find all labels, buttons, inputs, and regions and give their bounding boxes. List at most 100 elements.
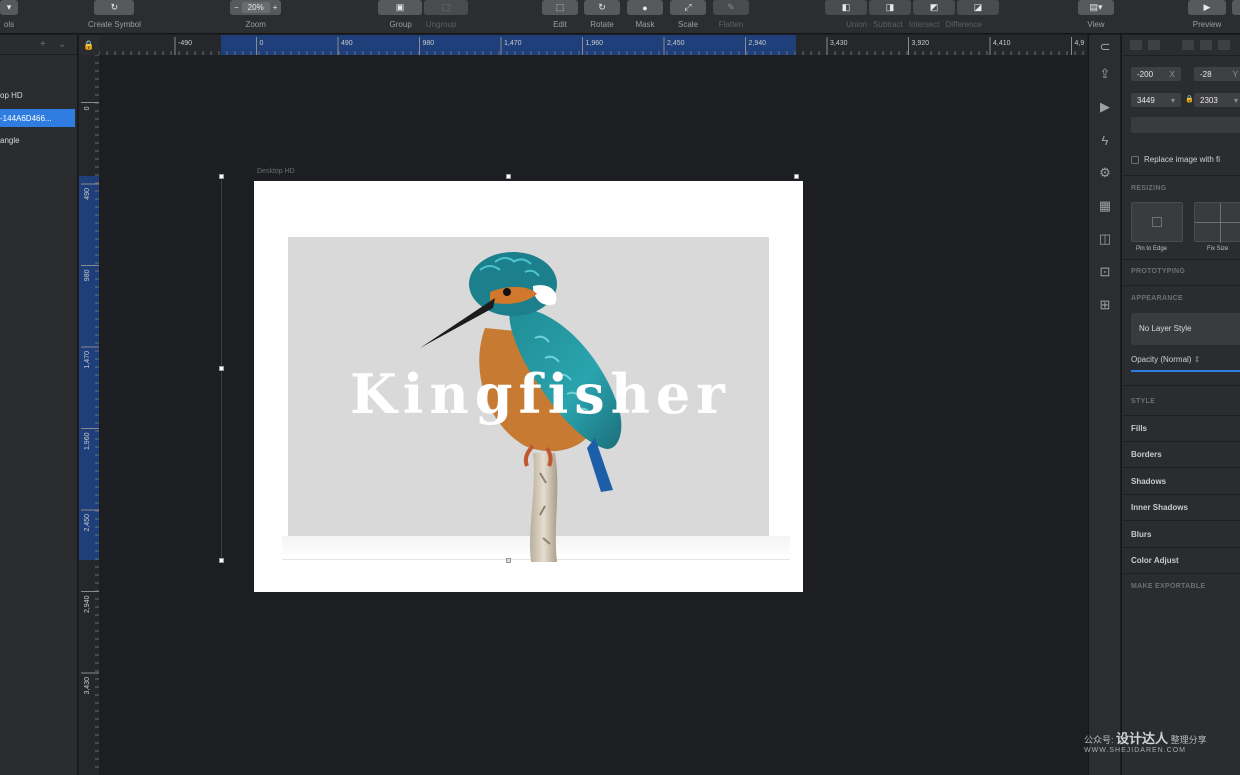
create-symbol-item[interactable]: ↻ Create Symbol — [88, 0, 141, 29]
rotate-item[interactable]: ↻ Rotate — [584, 0, 620, 29]
height-field[interactable]: 2303 ▾ — [1194, 93, 1240, 107]
share-icon[interactable]: ⇪ — [1097, 66, 1113, 82]
group-item[interactable]: ▣ ⬚ Group Ungroup — [378, 0, 468, 29]
y-field[interactable]: -28 Y — [1194, 67, 1240, 81]
lightning-icon[interactable]: ϟ — [1097, 132, 1113, 148]
divider — [1122, 494, 1240, 495]
refresh-icon[interactable]: ↻ — [94, 0, 135, 15]
scale-icon[interactable]: ⤢ — [670, 0, 706, 15]
opacity-label: Opacity (Normal) — [1131, 355, 1192, 364]
code-icon[interactable]: ⊂ — [1097, 39, 1113, 55]
ruler-label: 1,470 — [84, 351, 91, 369]
ruler-label: 2,940 — [749, 40, 767, 47]
play-icon[interactable]: ▶ — [1188, 0, 1226, 15]
align-left-icon[interactable] — [1130, 40, 1142, 50]
x-field[interactable]: -200 X — [1131, 67, 1181, 81]
view-icon[interactable]: ▤▾ — [1078, 0, 1114, 15]
group-icon[interactable]: ▣ — [378, 0, 422, 15]
ungroup-icon[interactable]: ⬚ — [424, 0, 468, 15]
view-item[interactable]: ▤▾ View — [1078, 0, 1114, 29]
add-page-icon[interactable]: + — [40, 39, 46, 50]
union-icon[interactable]: ◧ — [825, 0, 867, 15]
inner-shadows-row[interactable]: Inner Shadows — [1131, 503, 1188, 512]
subtract-icon[interactable]: ◨ — [869, 0, 911, 15]
layer-item-artboard[interactable]: op HD — [0, 86, 78, 104]
replace-image-row[interactable]: Replace image with fi — [1131, 155, 1220, 164]
rotate-icon[interactable]: ↻ — [584, 0, 620, 15]
align-middle-icon[interactable] — [1200, 40, 1212, 50]
resize-handle-bl[interactable] — [219, 558, 224, 563]
vertical-ruler[interactable]: -49004909801,4701,9602,4502,9403,430 — [79, 55, 99, 775]
watermark-brand: 设计达人 — [1116, 731, 1169, 746]
lock-icon[interactable]: 🔒 — [79, 35, 99, 55]
zoom-item[interactable]: − 20% + Zoom — [230, 0, 282, 29]
gear-icon[interactable]: ⚙ — [1097, 165, 1113, 181]
ruler-label: 2,940 — [84, 595, 91, 613]
fills-row[interactable]: Fills — [1131, 424, 1147, 433]
right-toolbar: ⊂ ⇪ ▶ ϟ ⚙ ▦ ◫ ⊡ ⊞ — [1088, 35, 1120, 775]
lock-icon[interactable]: 🔒 — [1185, 95, 1194, 103]
resizing-title: RESIZING — [1131, 185, 1167, 192]
zoom-in-button[interactable]: + — [273, 3, 278, 12]
shadows-row[interactable]: Shadows — [1131, 477, 1166, 486]
layout-icon[interactable]: ◫ — [1097, 231, 1113, 247]
resize-handle-bc[interactable] — [506, 558, 511, 563]
opacity-select[interactable]: Opacity (Normal) ⇕ — [1131, 355, 1200, 364]
zoom-value[interactable]: 20% — [241, 2, 270, 13]
borders-row[interactable]: Borders — [1131, 450, 1162, 459]
layer-style-select[interactable]: No Layer Style — [1131, 313, 1240, 345]
artboard-title[interactable]: Desktop HD — [257, 168, 295, 175]
resize-handle-tr[interactable] — [794, 174, 799, 179]
replace-image-button[interactable] — [1131, 117, 1240, 133]
watermark: 公众号: 设计达人 整理分享 WWW.SHEJIDAREN.COM — [1084, 728, 1207, 754]
play-icon[interactable]: ▶ — [1097, 99, 1113, 115]
hero-text[interactable]: Kingfisher — [350, 362, 731, 426]
difference-label: Difference — [945, 20, 982, 29]
edit-icon[interactable]: ⬚ — [542, 0, 578, 15]
resize-handle-ml[interactable] — [219, 366, 224, 371]
zoom-out-button[interactable]: − — [234, 3, 239, 12]
scale-item[interactable]: ⤢ Scale — [670, 0, 706, 29]
align-top-icon[interactable] — [1182, 40, 1194, 50]
group-label: Group — [389, 20, 412, 29]
divider — [1122, 55, 1240, 56]
divider — [1122, 285, 1240, 286]
blurs-row[interactable]: Blurs — [1131, 530, 1151, 539]
difference-icon[interactable]: ◪ — [957, 0, 999, 15]
y-unit: Y — [1232, 69, 1238, 79]
pin-to-edge-control[interactable] — [1131, 202, 1183, 242]
ruler-label: 980 — [84, 269, 91, 281]
toolbar-overflow[interactable] — [1232, 0, 1240, 15]
horizontal-ruler[interactable]: -490 0 490 980 1,470 1,960 2,450 2,940 3,430 3,92… — [99, 35, 1087, 55]
more-icon[interactable] — [1232, 0, 1240, 15]
resize-handle-tl[interactable] — [219, 174, 224, 179]
make-exportable-title[interactable]: MAKE EXPORTABLE — [1131, 583, 1205, 590]
replace-image-checkbox[interactable] — [1131, 155, 1139, 164]
chevron-down-icon[interactable]: ⌄ — [58, 39, 66, 50]
ruler-label: 3,430 — [830, 40, 848, 47]
intersect-icon[interactable]: ◩ — [913, 0, 955, 15]
mask-icon[interactable]: ● — [627, 0, 663, 15]
color-adjust-row[interactable]: Color Adjust — [1131, 556, 1179, 565]
align-center-icon[interactable] — [1148, 40, 1160, 50]
tools-item[interactable]: ▾ ols — [0, 0, 18, 29]
divider — [1122, 573, 1240, 574]
layer-item-rectangle[interactable]: angle — [0, 131, 78, 149]
opacity-slider[interactable] — [1131, 370, 1240, 372]
preview-item[interactable]: ▶ Preview — [1188, 0, 1226, 29]
zoom-control[interactable]: − 20% + — [230, 0, 282, 15]
prototyping-title[interactable]: PROTOTYPING — [1131, 268, 1185, 275]
layer-item-image[interactable]: -144A6D466... — [0, 109, 75, 127]
edit-item[interactable]: ⬚ Edit — [542, 0, 578, 29]
mask-item[interactable]: ● Mask — [627, 0, 663, 29]
crop-icon[interactable]: ⊡ — [1097, 264, 1113, 280]
export-icon[interactable]: ⊞ — [1097, 297, 1113, 313]
fix-size-control[interactable] — [1194, 202, 1240, 243]
flatten-item[interactable]: ✎ Flatten — [713, 0, 749, 29]
chevron-down-icon[interactable]: ▾ — [0, 0, 18, 15]
width-field[interactable]: 3449 ▾ — [1131, 93, 1181, 107]
grid-icon[interactable]: ▦ — [1097, 198, 1113, 214]
flatten-icon[interactable]: ✎ — [713, 0, 749, 15]
align-bottom-icon[interactable] — [1218, 40, 1230, 50]
resize-handle-tc[interactable] — [506, 174, 511, 179]
